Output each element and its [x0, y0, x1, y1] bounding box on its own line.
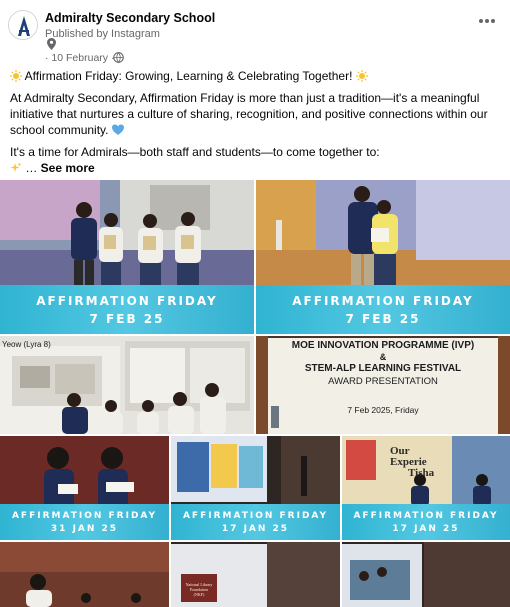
photo-tile[interactable]: AFFIRMATION FRIDAY 31 JAN 25: [0, 436, 169, 540]
photo-scene: [342, 542, 510, 607]
slide-line: 7 Feb 2025, Friday: [347, 405, 419, 415]
photo-scene: [0, 542, 169, 607]
affirmation-banner: AFFIRMATION FRIDAY 17 JAN 25: [171, 504, 340, 540]
affirmation-banner: AFFIRMATION FRIDAY 7 FEB 25: [256, 285, 510, 334]
affirmation-banner: AFFIRMATION FRIDAY 17 JAN 25: [342, 504, 510, 540]
photo-tile[interactable]: Our Experie Tisha AFFIRMATION FRIDAY 17 …: [342, 436, 510, 540]
banner-title: AFFIRMATION FRIDAY: [292, 293, 474, 308]
banner-title: AFFIRMATION FRIDAY: [36, 293, 218, 308]
post-header: Admiralty Secondary School Published by …: [0, 0, 510, 66]
globe-icon: [113, 52, 124, 63]
photo-tile[interactable]: AFFIRMATION FRIDAY 17 JAN 25: [171, 436, 340, 540]
post-body: Affirmation Friday: Growing, Learning & …: [10, 68, 502, 182]
banner-title: AFFIRMATION FRIDAY: [353, 510, 499, 521]
author-name[interactable]: Admiralty Secondary School: [45, 11, 215, 25]
slide-text: Our Experie Tisha: [390, 446, 434, 479]
photo-tile[interactable]: Yeow (Lyra 8): [0, 336, 254, 434]
slide-line: STEM-ALP LEARNING FESTIVAL: [304, 363, 462, 374]
sparkles-emoji-icon: [10, 162, 22, 172]
slide-line: AWARD PRESENTATION: [328, 376, 438, 387]
post-paragraph-text: At Admiralty Secondary, Affirmation Frid…: [10, 91, 488, 137]
photo-grid: AFFIRMATION FRIDAY 7 FEB 25 AFFIRMATION …: [0, 180, 510, 607]
banner-date: 31 JAN 25: [50, 523, 119, 534]
sun-emoji-icon: [355, 70, 368, 82]
banner-title: AFFIRMATION FRIDAY: [182, 510, 329, 521]
post-paragraph-text: It's a time for Admirals—both staff and …: [10, 145, 380, 159]
blue-heart-emoji-icon: [111, 124, 124, 135]
affirmation-banner: AFFIRMATION FRIDAY 7 FEB 25: [0, 285, 254, 334]
photo-scene: [0, 336, 254, 434]
school-crest-icon: [9, 11, 37, 39]
banner-title: AFFIRMATION FRIDAY: [11, 510, 158, 521]
post-meta: · 10 February ·: [45, 38, 165, 64]
affirmation-banner: AFFIRMATION FRIDAY 31 JAN 25: [0, 504, 169, 540]
post-paragraph: It's a time for Admirals—both staff and …: [10, 144, 502, 160]
location-pin-icon: [47, 38, 56, 50]
slide-text-line: Tisha: [408, 467, 435, 479]
more-options-icon: [479, 19, 495, 23]
photo-tile[interactable]: AFFIRMATION FRIDAY 7 FEB 25: [0, 180, 254, 334]
photo-caption: Yeow (Lyra 8): [2, 340, 51, 349]
slide-line: &: [379, 352, 387, 362]
banner-date: 7 FEB 25: [89, 311, 165, 326]
more-options-button[interactable]: [474, 12, 500, 34]
post-date[interactable]: · 10 February ·: [45, 52, 114, 64]
award-slide: MOE INNOVATION PROGRAMME (IVP) & STEM-AL…: [268, 340, 498, 415]
banner-date: 17 JAN 25: [221, 523, 290, 534]
see-more-row: … See more: [10, 160, 502, 176]
photo-tile[interactable]: [0, 542, 169, 607]
see-more-link[interactable]: See more: [41, 161, 95, 175]
slide-text: National Library Foundation (NKF): [182, 582, 216, 597]
post-headline: Affirmation Friday: Growing, Learning & …: [10, 68, 502, 84]
page-avatar[interactable]: [8, 10, 38, 40]
post-headline-text: Affirmation Friday: Growing, Learning & …: [24, 69, 353, 83]
photo-tile[interactable]: [342, 542, 510, 607]
slide-line: MOE INNOVATION PROGRAMME (IVP): [291, 340, 475, 351]
photo-tile[interactable]: National Library Foundation (NKF): [171, 542, 340, 607]
photo-scene: [171, 542, 340, 607]
banner-date: 17 JAN 25: [392, 523, 460, 534]
sun-emoji-icon: [10, 70, 22, 82]
ellipsis: …: [22, 161, 41, 175]
post-paragraph: At Admiralty Secondary, Affirmation Frid…: [10, 90, 502, 138]
photo-tile[interactable]: MOE INNOVATION PROGRAMME (IVP) & STEM-AL…: [256, 336, 510, 434]
photo-tile[interactable]: AFFIRMATION FRIDAY 7 FEB 25: [256, 180, 510, 334]
banner-date: 7 FEB 25: [345, 311, 421, 326]
slide-text-line: (NKF): [193, 592, 205, 597]
